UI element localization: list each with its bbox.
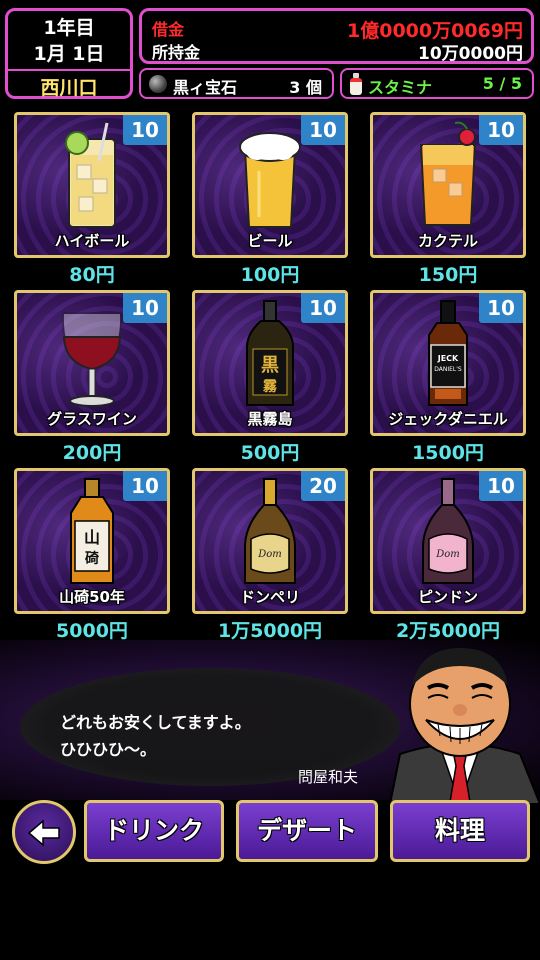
merchant-portrait	[388, 648, 540, 804]
stock-badge: 10	[479, 115, 523, 145]
stock-badge: 10	[123, 471, 167, 501]
item-name: 黒霧島	[247, 410, 293, 428]
item-name: ドンペリ	[239, 588, 300, 606]
item-price: 150円	[418, 264, 478, 286]
shop-item-jeck-daniel[interactable]: JECK DANIEL'S 10 ジェックダニエル 1500円	[370, 290, 526, 464]
money-panel: 借金 1億0000万0069円 所持金 10万0000円	[139, 8, 534, 64]
svg-text:Dom: Dom	[257, 549, 282, 560]
item-card[interactable]: 10 グラスワイン	[14, 290, 170, 436]
item-name: ハイボール	[54, 232, 130, 250]
svg-text:JECK: JECK	[437, 354, 459, 363]
stock-badge: 10	[301, 293, 345, 323]
drink-tab-button[interactable]: ドリンク	[84, 800, 224, 862]
item-name: グラスワイン	[47, 410, 137, 428]
shop-item-kuro-kirishima[interactable]: 黒 霧 10 黒霧島 500円	[192, 290, 348, 464]
year-label: 1年目	[43, 17, 95, 39]
stock-badge: 10	[123, 293, 167, 323]
shop-item-don-perignon[interactable]: Dom 20 ドンペリ 1万5000円	[192, 468, 348, 642]
stamina-drink-icon	[350, 73, 362, 95]
shop-item-glass-wine[interactable]: 10 グラスワイン 200円	[14, 290, 170, 464]
item-price: 80円	[69, 264, 115, 286]
date-divider	[8, 69, 130, 71]
shop-item-cocktail[interactable]: 10 カクテル 150円	[370, 112, 526, 286]
location-label: 西川口	[40, 77, 98, 99]
item-card[interactable]: 10 ハイボール	[14, 112, 170, 258]
stamina-value: 5 / 5	[482, 74, 522, 93]
shop-item-pink-don[interactable]: Dom 10 ピンドン 2万5000円	[370, 468, 526, 642]
item-price: 200円	[62, 442, 122, 464]
item-name: ビール	[247, 232, 293, 250]
svg-text:DANIEL'S: DANIEL'S	[434, 366, 462, 373]
item-card[interactable]: JECK DANIEL'S 10 ジェックダニエル	[370, 290, 526, 436]
stock-badge: 10	[301, 115, 345, 145]
item-name: 山碕50年	[59, 588, 125, 606]
stamina-label: スタミナ	[368, 78, 433, 97]
dialogue-line-1: どれもお安くしてますよ。	[60, 713, 251, 732]
item-card[interactable]: 山 碕 10 山碕50年	[14, 468, 170, 614]
cash-row: 所持金 10万0000円	[152, 39, 523, 64]
food-tab-button[interactable]: 料理	[390, 800, 530, 862]
item-price: 100円	[240, 264, 300, 286]
gem-panel: 黒ィ宝石 3 個	[139, 68, 334, 99]
dialogue-line-2: ひひひひ〜。	[60, 740, 157, 759]
stock-badge: 10	[479, 293, 523, 323]
item-card[interactable]: 10 カクテル	[370, 112, 526, 258]
date-label: 1月 1日	[33, 43, 105, 65]
gem-label: 黒ィ宝石	[173, 78, 238, 97]
item-card[interactable]: 黒 霧 10 黒霧島	[192, 290, 348, 436]
gem-count: 3 個	[289, 78, 322, 97]
shop-item-highball[interactable]: 10 ハイボール 80円	[14, 112, 170, 286]
item-name: ジェックダニエル	[388, 410, 508, 428]
cash-value: 10万0000円	[418, 44, 523, 64]
item-name: カクテル	[417, 232, 478, 250]
svg-text:山: 山	[84, 528, 100, 547]
svg-text:黒: 黒	[261, 355, 279, 376]
item-card[interactable]: Dom 10 ピンドン	[370, 468, 526, 614]
stock-badge: 20	[301, 471, 345, 501]
speaker-name: 問屋和夫	[298, 768, 359, 786]
date-panel: 1年目 1月 1日 西川口	[5, 8, 133, 99]
item-price: 1万5000円	[217, 620, 323, 642]
item-name: ピンドン	[417, 588, 478, 606]
shop-item-yamazaki-50[interactable]: 山 碕 10 山碕50年 5000円	[14, 468, 170, 642]
dessert-tab-button[interactable]: デザート	[236, 800, 378, 862]
item-price: 1500円	[412, 442, 484, 464]
back-arrow-icon	[27, 819, 60, 847]
stamina-panel: スタミナ 5 / 5	[340, 68, 534, 99]
stock-badge: 10	[123, 115, 167, 145]
stock-badge: 10	[479, 471, 523, 501]
item-card[interactable]: Dom 20 ドンペリ	[192, 468, 348, 614]
back-button[interactable]	[12, 800, 76, 864]
svg-text:Dom: Dom	[435, 549, 460, 560]
item-card[interactable]: 10 ビール	[192, 112, 348, 258]
black-gem-icon	[149, 75, 167, 93]
svg-text:霧: 霧	[263, 379, 278, 395]
cash-label: 所持金	[152, 43, 201, 62]
item-price: 500円	[240, 442, 300, 464]
item-price: 5000円	[56, 620, 128, 642]
svg-text:碕: 碕	[84, 550, 99, 567]
shop-item-beer[interactable]: 10 ビール 100円	[192, 112, 348, 286]
